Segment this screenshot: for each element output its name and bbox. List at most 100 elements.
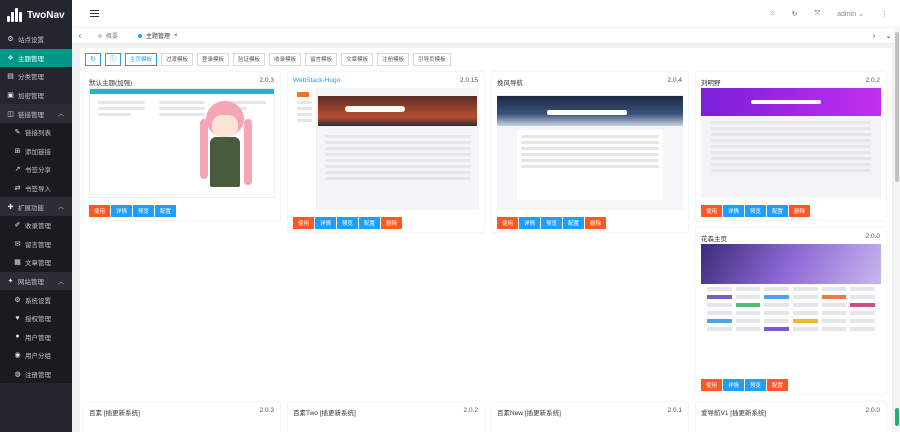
use-button[interactable]: 使用 <box>293 217 315 229</box>
sidebar-item-label: 收录管理 <box>25 223 51 231</box>
theme-preview-image[interactable] <box>701 88 881 198</box>
sidebar-item-system-settings[interactable]: ⚙ 系统设置 <box>0 290 72 309</box>
chat-icon: ✉ <box>14 240 21 248</box>
sidebar-item-bookmark-import[interactable]: ⇄ 书签导入 <box>0 178 72 198</box>
tab-label: 概要 <box>106 34 119 40</box>
fullscreen-icon[interactable]: ⤧ <box>814 10 820 18</box>
page-scrollbar[interactable] <box>894 28 900 432</box>
preview-button[interactable]: 预览 <box>745 379 767 391</box>
theme-preview-image[interactable] <box>701 244 881 372</box>
theme-preview-image[interactable] <box>293 88 479 210</box>
chevron-left-icon[interactable]: ‹ <box>72 31 88 40</box>
sidebar-item-encrypt[interactable]: ▣ 加密管理 <box>0 86 72 105</box>
user-menu[interactable]: admin ⌄ <box>837 10 864 18</box>
sidebar-item-label: 扩展功能 <box>18 204 44 212</box>
preview-button[interactable]: 预览 <box>337 217 359 229</box>
sidebar-item-category[interactable]: ▤ 分类管理 <box>0 67 72 86</box>
more-icon[interactable]: ⋮ <box>881 10 888 18</box>
sidebar-item-registration[interactable]: ◍ 注册管理 <box>0 364 72 384</box>
sidebar-item-label: 书签导入 <box>25 186 51 194</box>
home-icon[interactable]: ⌂ <box>770 10 774 17</box>
template-btn-login[interactable]: 登录模板 <box>197 52 230 66</box>
theme-version: 2.0.2 <box>463 407 478 414</box>
refresh-icon[interactable]: ↻ <box>792 10 798 18</box>
delete-button[interactable]: 删除 <box>789 205 811 217</box>
details-button[interactable]: 详情 <box>723 205 745 217</box>
template-btn-guide[interactable]: 引导页模板 <box>413 52 451 66</box>
use-button[interactable]: 使用 <box>701 205 723 217</box>
template-btn-home[interactable]: 主页模板 <box>125 52 158 66</box>
chevron-down-icon[interactable]: ⌄ <box>885 31 892 40</box>
details-button[interactable]: 详情 <box>723 379 745 391</box>
theme-name: 花森主页 <box>701 236 727 243</box>
globe-icon: ✦ <box>7 278 14 286</box>
sidebar-group-links[interactable]: ◫ 链接管理 ︿ <box>0 104 72 123</box>
theme-card: 百素New [插更新系统] 2.0.1 <box>492 402 688 432</box>
preview-button[interactable]: 预览 <box>745 205 767 217</box>
template-btn-register[interactable]: 注册模板 <box>377 52 410 66</box>
menu-toggle-icon[interactable] <box>90 9 99 18</box>
details-button[interactable]: 详情 <box>315 217 337 229</box>
use-button[interactable]: 使用 <box>701 379 723 391</box>
chevron-right-icon[interactable]: › <box>873 31 876 40</box>
scrollbar-thumb[interactable] <box>895 32 899 182</box>
config-button[interactable]: 配置 <box>767 205 789 217</box>
sidebar-item-link-list[interactable]: ✎ 链接列表 <box>0 122 72 142</box>
theme-name: 刘明野 <box>701 80 721 87</box>
template-btn-transition[interactable]: 过渡模板 <box>161 52 194 66</box>
info-button[interactable]: ⓘ <box>105 52 121 66</box>
brand-name: TwoNav <box>27 9 65 21</box>
template-btn-submit[interactable]: 收录模板 <box>269 52 302 66</box>
details-button[interactable]: 详情 <box>111 205 133 217</box>
theme-preview-image[interactable] <box>497 88 683 210</box>
template-btn-verify[interactable]: 验证模板 <box>233 52 266 66</box>
sidebar-item-user-groups[interactable]: ◉ 用户分组 <box>0 346 72 365</box>
use-button[interactable]: 使用 <box>497 217 519 229</box>
config-button[interactable]: 配置 <box>155 205 177 217</box>
config-button[interactable]: 配置 <box>767 379 789 391</box>
delete-button[interactable]: 删除 <box>381 217 403 229</box>
chevron-up-icon: ︿ <box>57 279 64 286</box>
sidebar-item-users[interactable]: ● 用户管理 <box>0 327 72 347</box>
preview-button[interactable]: 预览 <box>133 205 155 217</box>
folder-icon: ▤ <box>7 73 14 81</box>
sidebar-item-submissions[interactable]: ✐ 收录管理 <box>0 215 72 235</box>
close-icon[interactable]: × <box>174 33 178 39</box>
theme-version: 2.0.3 <box>259 407 274 414</box>
theme-version: 2.0.1 <box>667 407 682 414</box>
sidebar-group-site[interactable]: ✦ 网站管理 ︿ <box>0 271 72 291</box>
username: admin <box>837 10 857 18</box>
sidebar-item-theme[interactable]: ❖ 主题管理 <box>0 48 72 68</box>
refresh-button[interactable]: ↻ <box>85 52 101 66</box>
sidebar-item-site-settings[interactable]: ⚙ 站点设置 <box>0 30 72 49</box>
pen-icon: ✐ <box>14 222 21 230</box>
share-icon: ↗ <box>14 166 21 174</box>
brand[interactable]: TwoNav <box>0 0 72 30</box>
theme-card: 挽风导航 2.0.4 使用 详情 预览 配置 删除 <box>492 72 688 232</box>
article-icon: ▦ <box>14 259 21 267</box>
tab-overview[interactable]: 概要 <box>88 28 128 43</box>
sidebar-item-bookmark-share[interactable]: ↗ 书签分享 <box>0 160 72 179</box>
use-button[interactable]: 使用 <box>89 205 111 217</box>
import-icon: ⇄ <box>14 185 21 193</box>
template-btn-article[interactable]: 文章模板 <box>341 52 374 66</box>
config-button[interactable]: 配置 <box>359 217 381 229</box>
sidebar-group-extensions[interactable]: ✚ 扩展功能 ︿ <box>0 197 72 216</box>
users-icon: ◉ <box>14 352 21 360</box>
top-header: ⌂ ↻ ⤧ admin ⌄ ⋮ <box>72 0 900 28</box>
template-btn-message[interactable]: 留言模板 <box>305 52 338 66</box>
details-button[interactable]: 详情 <box>519 217 541 229</box>
config-button[interactable]: 配置 <box>563 217 585 229</box>
sidebar-item-messages[interactable]: ✉ 留言管理 <box>0 234 72 254</box>
sidebar-item-license[interactable]: ♥ 授权管理 <box>0 308 72 328</box>
sidebar-item-label: 书签分享 <box>25 167 51 175</box>
preview-button[interactable]: 预览 <box>541 217 563 229</box>
tab-theme[interactable]: 主题管理 × <box>128 28 188 43</box>
main-content: ↻ ⓘ 主页模板 过渡模板 登录模板 验证模板 收录模板 留言模板 文章模板 注… <box>80 48 892 432</box>
delete-button[interactable]: 删除 <box>585 217 607 229</box>
sidebar-item-articles[interactable]: ▦ 文章管理 <box>0 253 72 272</box>
theme-preview-image[interactable] <box>89 88 275 198</box>
theme-version: 2.0.0 <box>865 407 880 414</box>
sidebar-item-add-link[interactable]: ⊞ 添加链接 <box>0 141 72 161</box>
register-icon: ◍ <box>14 370 21 378</box>
